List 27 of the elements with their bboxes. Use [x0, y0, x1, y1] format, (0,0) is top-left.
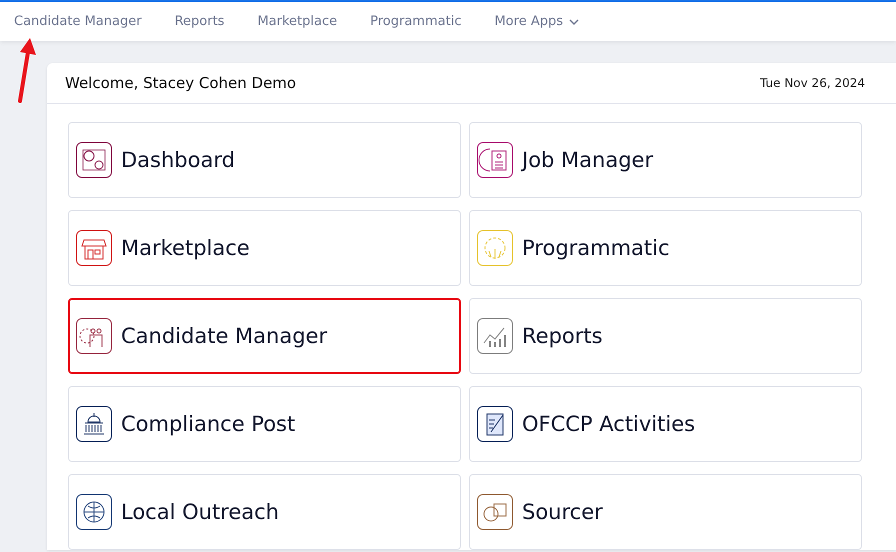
app-label: Job Manager: [522, 148, 654, 172]
app-label: Compliance Post: [121, 412, 296, 436]
nav-link[interactable]: Reports: [174, 14, 224, 29]
app-label: Local Outreach: [121, 500, 279, 524]
app-label: Marketplace: [121, 236, 250, 260]
app-tile[interactable]: Compliance Post: [68, 386, 461, 462]
app-tile[interactable]: Programmatic: [469, 210, 862, 286]
app-tile[interactable]: Job Manager: [469, 122, 862, 198]
nav-link[interactable]: Candidate Manager: [14, 14, 142, 29]
nav-link[interactable]: Programmatic: [370, 14, 462, 29]
welcome-title: Welcome, Stacey Cohen Demo: [65, 74, 296, 92]
app-tile[interactable]: Reports: [469, 298, 862, 374]
app-tile[interactable]: Local Outreach: [68, 474, 461, 550]
app-label: Programmatic: [522, 236, 670, 260]
app-tile[interactable]: Marketplace: [68, 210, 461, 286]
app-label: OFCCP Activities: [522, 412, 696, 436]
nav-link[interactable]: Marketplace: [257, 14, 338, 29]
date-label: Tue Nov 26, 2024: [760, 76, 865, 90]
nav-link[interactable]: More Apps: [494, 14, 579, 29]
app-label: Reports: [522, 324, 603, 348]
app-tile[interactable]: OFCCP Activities: [469, 386, 862, 462]
app-tile[interactable]: Sourcer: [469, 474, 862, 550]
app-label: Sourcer: [522, 500, 603, 524]
app-tile[interactable]: Dashboard: [68, 122, 461, 198]
app-label: Candidate Manager: [121, 324, 328, 348]
app-label: Dashboard: [121, 148, 235, 172]
app-tile[interactable]: Candidate Manager: [68, 298, 461, 374]
